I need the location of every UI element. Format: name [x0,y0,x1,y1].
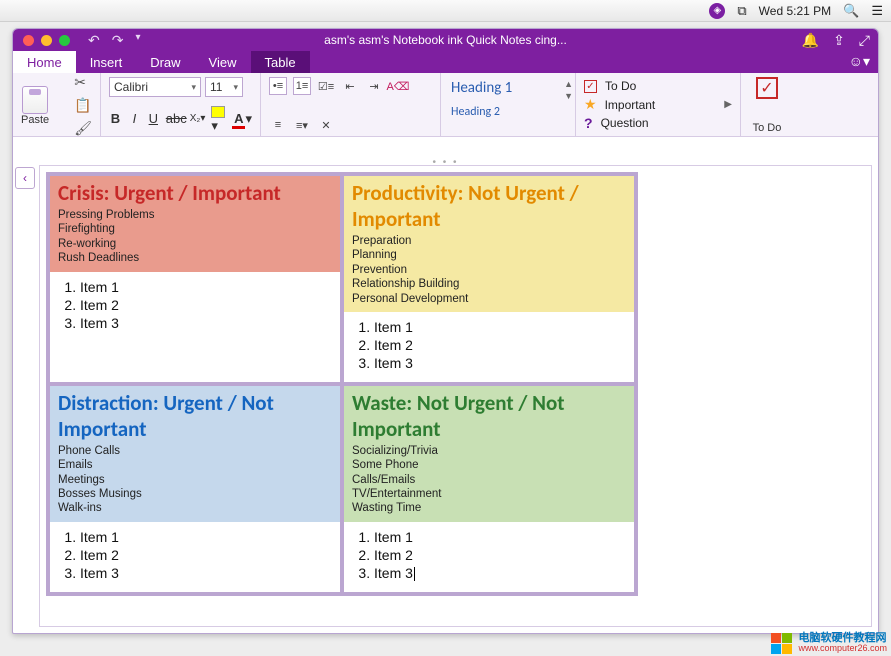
strikethrough-button[interactable]: abc [166,111,184,126]
spotlight-icon[interactable]: 🔍 [843,3,859,19]
numbering-button[interactable]: 1≡ [293,77,311,95]
crisis-examples: Pressing ProblemsFirefightingRe-workingR… [58,208,332,266]
todo-group: ✓ To Do [741,73,793,136]
font-name-combo[interactable]: Calibri▾ [109,77,201,97]
mac-menubar: ◈ ⧉ Wed 5:21 PM 🔍 ☰ [0,0,891,22]
eisenhower-matrix: Crisis: Urgent / Important Pressing Prob… [46,172,638,596]
tag-todo[interactable]: ✓To Do [584,77,732,95]
quadrant-crisis[interactable]: Crisis: Urgent / Important Pressing Prob… [48,174,342,384]
share-icon[interactable]: ⇪ [833,32,845,49]
tags-group: ✓To Do ★Important▶ ?Question [576,73,741,136]
redo-button[interactable]: ↷ [112,32,124,49]
styles-up[interactable]: ▲ [564,79,573,89]
tab-table[interactable]: Table [251,51,310,73]
font-size-value: 11 [210,80,222,94]
subscript-button[interactable]: X₂▾ [190,113,206,124]
footer-line2: www.computer26.com [798,644,887,654]
nav-pane-toggle[interactable]: ‹ [13,161,37,633]
ribbon-tabs: Home Insert Draw View Table ☺▾ [13,51,878,73]
delete-button[interactable]: ✕ [317,116,335,134]
menubar-clock[interactable]: Wed 5:21 PM [759,4,831,18]
onenote-window: ↶ ↷ ▾ asm's asm's Notebook ink Quick Not… [12,28,879,634]
crisis-title: Crisis: Urgent / Important [58,180,332,206]
copy-icon[interactable]: 📋 [74,97,92,114]
bold-button[interactable]: B [109,111,122,126]
feedback-button[interactable]: ☺▾ [849,53,870,70]
waste-examples: Socializing/TriviaSome PhoneCalls/Emails… [352,444,626,516]
window-title: asm's asm's Notebook ink Quick Notes cin… [13,33,878,47]
todo-checkbox-icon[interactable]: ✓ [756,77,778,99]
font-group: Calibri▾ 11▾ B I U abc X₂▾ ▾ A▾ [101,73,261,136]
windows-logo-icon [771,633,792,654]
paste-icon[interactable] [22,86,48,114]
close-window-button[interactable] [23,35,34,46]
footer-watermark: 电脑软硬件教程网 www.computer26.com [771,632,887,654]
highlight-button[interactable]: ▾ [211,103,226,134]
style-heading1[interactable]: Heading 1 [451,79,565,97]
font-name-value: Calibri [114,80,148,94]
ribbon: Paste ✂ 📋 🖌 Calibri▾ 11▾ B I U abc X₂▾ ▾… [13,73,878,137]
paragraph-group: •≡ 1≡ ☑≡ ⇤ ⇥ A⌫ ≡ ≡▾ ✕ [261,73,441,136]
notifications-icon[interactable]: 🔔 [802,32,819,49]
app-status-icon: ◈ [709,3,725,19]
minimize-window-button[interactable] [41,35,52,46]
indent-button[interactable]: ⇥ [365,77,383,95]
todo-label[interactable]: To Do [753,120,782,134]
screens-icon[interactable]: ⧉ [737,3,746,19]
traffic-lights [13,35,70,46]
paste-label[interactable]: Paste [21,114,49,126]
tag-todo-label: To Do [605,79,636,93]
font-size-combo[interactable]: 11▾ [205,77,243,97]
tag-important-label: Important [605,98,656,112]
zoom-window-button[interactable] [59,35,70,46]
window-titlebar: ↶ ↷ ▾ asm's asm's Notebook ink Quick Not… [13,29,878,51]
quadrant-distraction[interactable]: Distraction: Urgent / Not Important Phon… [48,384,342,594]
align-left-button[interactable]: ≡ [269,116,287,134]
tag-question[interactable]: ?Question [584,114,732,132]
fullscreen-icon[interactable]: ⤢ [859,32,870,49]
bullets-button[interactable]: •≡ [269,77,287,95]
page-canvas[interactable]: Crisis: Urgent / Important Pressing Prob… [39,165,872,627]
cut-icon[interactable]: ✂ [74,74,92,91]
quadrant-waste[interactable]: Waste: Not Urgent / Not Important Social… [342,384,636,594]
distraction-items[interactable]: Item 1Item 2Item 3 [60,528,330,582]
quadrant-productivity[interactable]: Productivity: Not Urgent / Important Pre… [342,174,636,384]
tag-important[interactable]: ★Important▶ [584,96,732,114]
distraction-examples: Phone CallsEmailsMeetingsBosses MusingsW… [58,444,332,516]
qat-dropdown[interactable]: ▾ [135,32,140,49]
outdent-button[interactable]: ⇤ [341,77,359,95]
tab-draw[interactable]: Draw [136,51,194,73]
clipboard-group: Paste ✂ 📋 🖌 [13,73,101,136]
checklist-button[interactable]: ☑≡ [317,77,335,95]
waste-items[interactable]: Item 1Item 2Item 3 [354,528,624,582]
productivity-examples: PreparationPlanningPreventionRelationshi… [352,234,626,306]
format-painter-icon[interactable]: 🖌 [74,120,92,137]
tab-view[interactable]: View [195,51,251,73]
crisis-items[interactable]: Item 1Item 2Item 3 [60,278,330,332]
italic-button[interactable]: I [128,111,141,126]
productivity-items[interactable]: Item 1Item 2Item 3 [354,318,624,372]
clear-formatting-button[interactable]: A⌫ [389,77,407,95]
font-color-button[interactable]: A▾ [232,111,252,127]
tag-question-label: Question [601,116,649,130]
waste-title: Waste: Not Urgent / Not Important [352,390,626,442]
styles-down[interactable]: ▼ [564,91,573,101]
page-area: ‹ Crisis: Urgent / Important Pressing Pr… [13,161,878,633]
tab-home[interactable]: Home [13,51,76,73]
styles-group: Heading 1 Heading 2 ▲ ▼ [441,73,576,136]
align-dropdown[interactable]: ≡▾ [293,116,311,134]
tab-insert[interactable]: Insert [76,51,137,73]
productivity-title: Productivity: Not Urgent / Important [352,180,626,232]
distraction-title: Distraction: Urgent / Not Important [58,390,332,442]
undo-button[interactable]: ↶ [88,32,100,49]
menu-list-icon[interactable]: ☰ [871,3,883,19]
underline-button[interactable]: U [147,111,160,126]
style-heading2[interactable]: Heading 2 [451,105,565,119]
